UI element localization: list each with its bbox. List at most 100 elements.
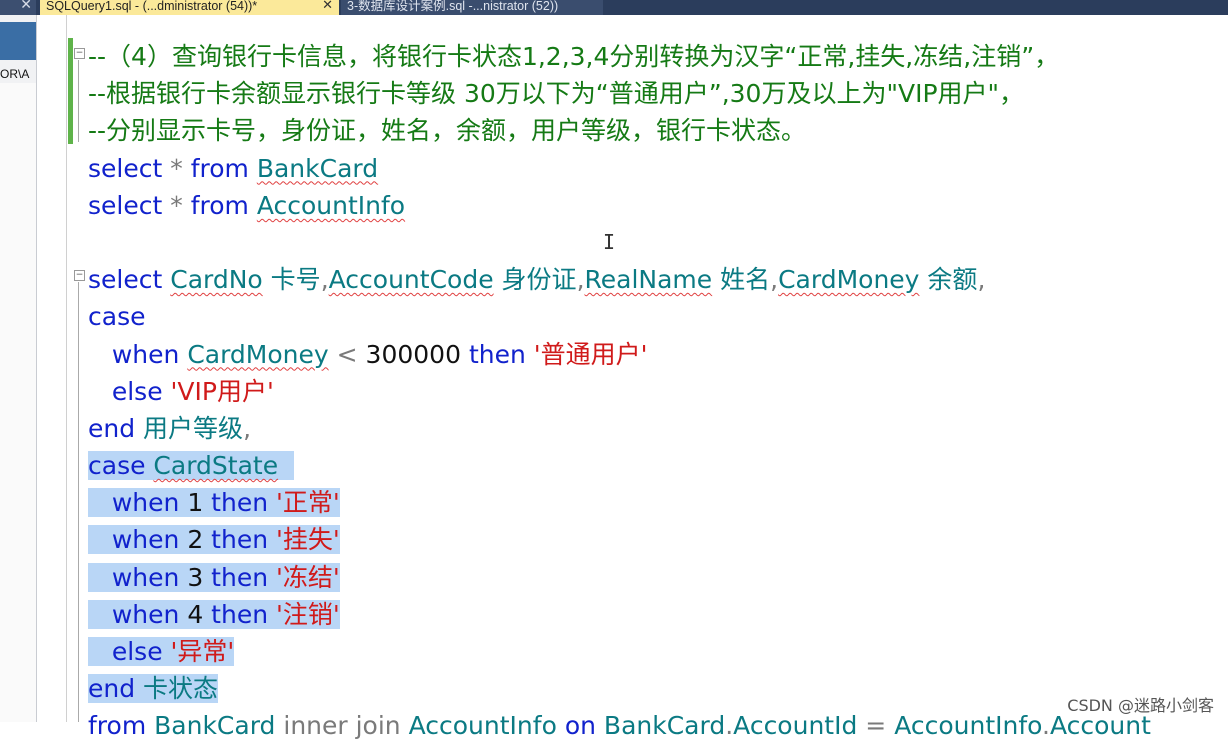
code-token: then [211, 525, 276, 555]
code-token: from [88, 711, 155, 741]
code-token: * [170, 190, 191, 220]
code-line[interactable] [88, 224, 1228, 261]
code-token: on [564, 711, 604, 741]
sql-editor[interactable]: --（4）查询银行卡信息，将银行卡状态1,2,3,4分别转换为汉字“正常,挂失,… [88, 38, 1228, 745]
code-line[interactable]: --分别显示卡号，身份证，姓名，余额，用户等级，银行卡状态。 [88, 112, 1228, 149]
code-line[interactable]: select * from BankCard [88, 150, 1228, 187]
code-token: 1 [187, 488, 212, 518]
code-token: select [88, 190, 171, 220]
code-line[interactable]: when 1 then '正常' [88, 484, 1228, 521]
code-line[interactable]: when CardMoney < 300000 then '普通用户' [88, 336, 1228, 373]
code-token: then [211, 562, 276, 592]
code-token: then [211, 599, 276, 629]
code-token: when [111, 525, 188, 555]
close-icon[interactable]: ✕ [20, 0, 32, 13]
code-line[interactable]: when 4 then '注销' [88, 596, 1228, 633]
code-token: 用户等级 [143, 413, 244, 443]
code-token: , [770, 265, 779, 295]
code-token: . [725, 711, 734, 741]
code-token: '异常' [170, 637, 235, 666]
explorer-tree[interactable] [0, 83, 36, 722]
code-token: '冻结' [276, 562, 340, 592]
code-token: 'VIP用户' [170, 376, 274, 406]
code-token: when [111, 599, 188, 629]
code-token: , [320, 265, 329, 295]
tab-database-design[interactable]: 3-数据库设计案例.sql -...nistrator (52)) [341, 0, 603, 15]
code-line[interactable]: --根据银行卡余额显示银行卡等级 30万以下为“普通用户”,30万及以上为"VI… [88, 75, 1228, 112]
code-token: --根据银行卡余额显示银行卡等级 30万以下为“普通用户”,30万及以上为"VI… [88, 79, 1025, 109]
selection-highlight: when 3 then '冻结' [88, 562, 340, 592]
selection-highlight: when 4 then '注销' [88, 599, 340, 629]
code-line[interactable]: --（4）查询银行卡信息，将银行卡状态1,2,3,4分别转换为汉字“正常,挂失,… [88, 38, 1228, 75]
selection-highlight: case CardState [88, 451, 294, 481]
left-pane-tab[interactable]: ✕ [0, 0, 36, 15]
code-line[interactable]: select CardNo 卡号,AccountCode 身份证,RealNam… [88, 261, 1228, 298]
code-line[interactable]: end 卡状态 [88, 670, 1228, 707]
gutter-divider [66, 15, 67, 722]
code-token: from [190, 190, 257, 220]
code-line[interactable]: case [88, 298, 1228, 335]
code-token: 4 [187, 599, 212, 629]
code-token: 姓名 [720, 265, 771, 295]
document-tab-strip: ✕ SQLQuery1.sql - (...dministrator (54))… [0, 0, 1228, 15]
code-token: '正常' [276, 488, 340, 518]
code-token: then [468, 339, 534, 369]
tab-title: 3-数据库设计案例.sql -...nistrator (52)) [347, 0, 559, 13]
code-line[interactable]: when 3 then '冻结' [88, 559, 1228, 596]
code-line[interactable]: else '异常' [88, 633, 1228, 670]
code-token: AccountInfo [408, 711, 557, 741]
code-token: case [88, 302, 146, 332]
code-token: 2 [187, 525, 212, 555]
code-token: '普通用户' [533, 339, 648, 369]
collapse-icon[interactable]: − [74, 270, 85, 281]
code-token: , [576, 265, 585, 295]
code-token: case [88, 451, 154, 481]
code-token: --分别显示卡号，身份证，姓名，余额，用户等级，银行卡状态。 [88, 116, 807, 146]
explorer-node-label[interactable]: OR\A [0, 67, 29, 81]
code-token: BankCard [256, 153, 379, 183]
code-token: * [170, 153, 191, 183]
tab-sqlquery1[interactable]: SQLQuery1.sql - (...dministrator (54))* … [40, 0, 339, 15]
code-line[interactable]: end 用户等级, [88, 410, 1228, 447]
close-icon[interactable]: ✕ [322, 0, 333, 11]
collapse-icon[interactable]: − [74, 48, 85, 59]
code-line[interactable]: when 2 then '挂失' [88, 521, 1228, 558]
code-line[interactable]: select * from AccountInfo [88, 187, 1228, 224]
code-line[interactable]: case CardState [88, 447, 1228, 484]
code-token: CardMoney [778, 265, 920, 295]
code-line[interactable]: else 'VIP用户' [88, 373, 1228, 410]
watermark: CSDN @迷路小剑客 [1067, 692, 1214, 716]
object-explorer-panel: OR\A [0, 15, 37, 722]
code-token: 卡号 [270, 265, 321, 295]
code-token: when [111, 488, 188, 518]
selection-highlight: when 1 then '正常' [88, 488, 340, 518]
code-token: end [88, 413, 144, 443]
code-line[interactable]: from BankCard inner join AccountInfo on … [88, 707, 1228, 744]
code-token: 卡状态 [143, 674, 219, 704]
code-token: '注销' [276, 599, 340, 629]
code-token: AccountId [733, 711, 858, 741]
code-token: CardNo [170, 265, 263, 295]
code-token: RealName [584, 265, 713, 295]
code-token: < [336, 339, 366, 369]
code-token: 300000 [365, 339, 469, 369]
fold-guide [78, 60, 79, 142]
code-token: . [1042, 711, 1050, 741]
code-token: CardMoney [187, 339, 329, 369]
code-token: = [865, 711, 895, 741]
code-token: AccountInfo [894, 711, 1043, 741]
code-token: --（4）查询银行卡信息，将银行卡状态1,2,3,4分别转换为汉字“正常,挂失,… [88, 42, 1060, 71]
code-token: select [88, 265, 171, 295]
selected-node[interactable] [0, 22, 36, 60]
code-token: when [111, 339, 188, 369]
